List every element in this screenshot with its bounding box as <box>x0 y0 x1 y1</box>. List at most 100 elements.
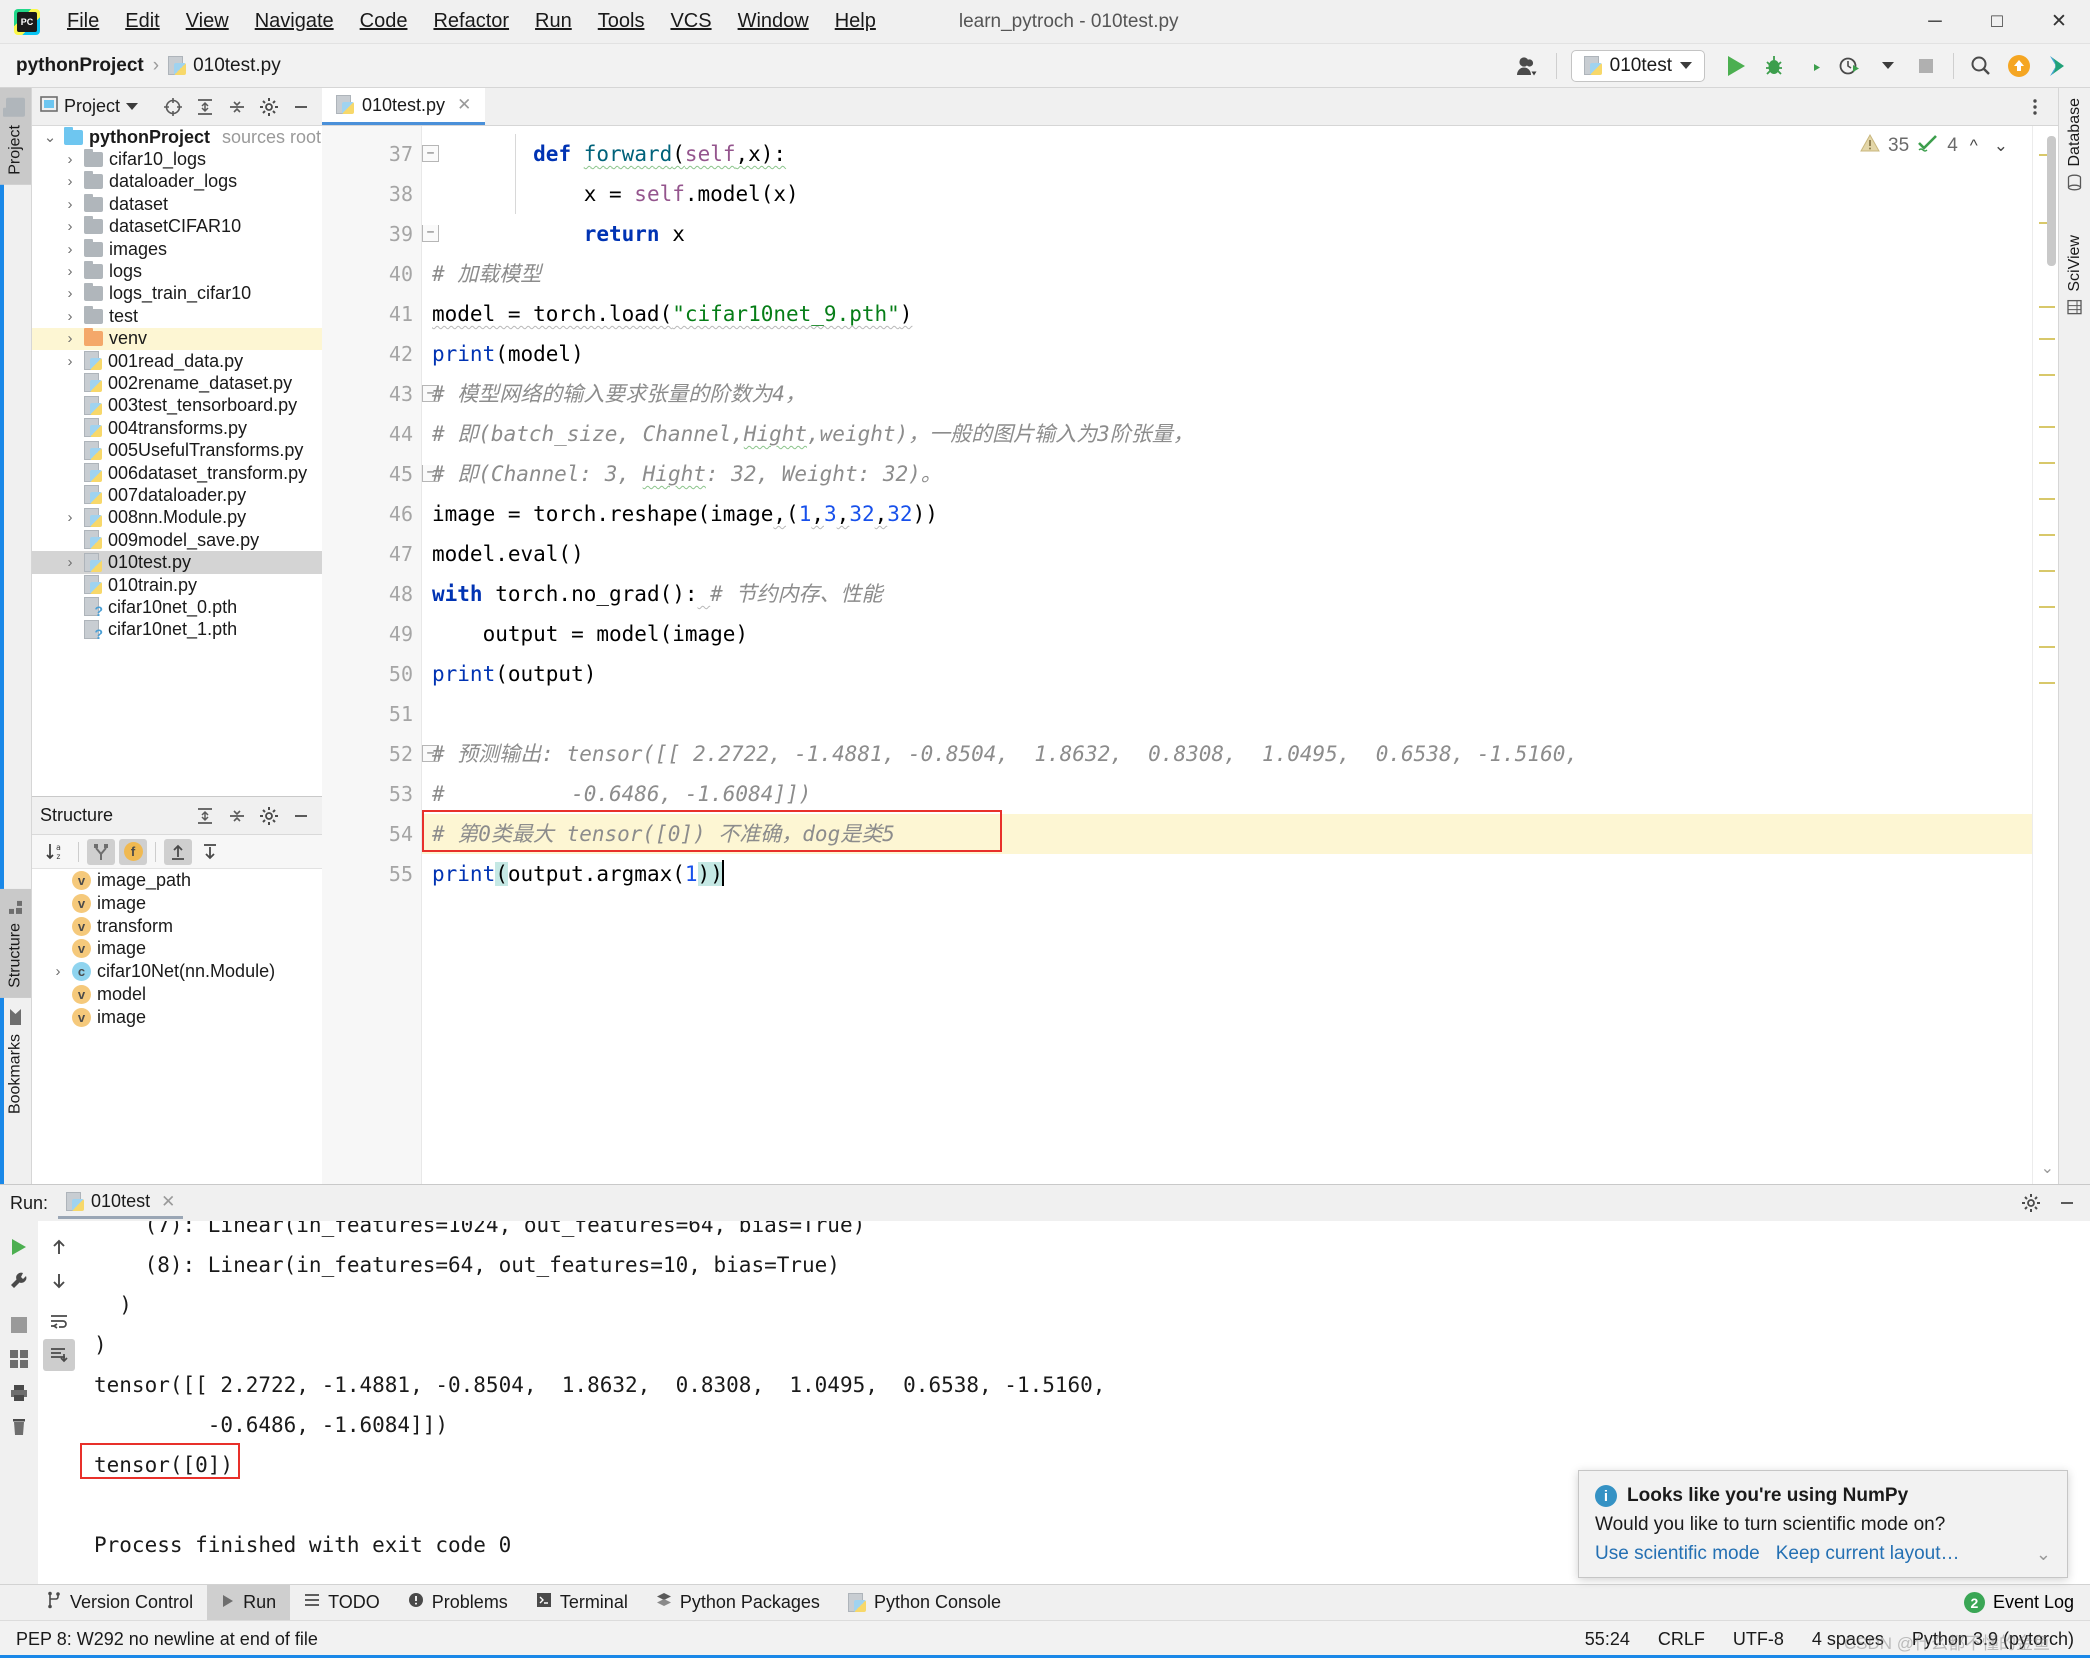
chevron-right-icon[interactable]: › <box>62 218 78 235</box>
line-number-45[interactable]: 45− <box>322 454 439 494</box>
tree-row-004transforms-py[interactable]: 004transforms.py <box>32 417 322 439</box>
scroll-from-source-icon[interactable] <box>164 838 192 865</box>
show-fields-icon[interactable]: f <box>119 838 147 865</box>
editor-scrollbar[interactable] <box>2047 136 2056 266</box>
menu-file[interactable]: File <box>54 6 112 37</box>
python-interpreter[interactable]: Python 3.9 (pytorch) <box>1912 1629 2074 1650</box>
rerun-icon[interactable] <box>3 1231 35 1263</box>
event-log-area[interactable]: 2 Event Log <box>1963 1585 2090 1620</box>
expand-all-icon[interactable] <box>192 803 218 829</box>
line-number-39[interactable]: 39− <box>322 214 439 254</box>
show-inherited-icon[interactable] <box>87 838 115 865</box>
code-area[interactable]: def forward(self,x): x = self.model(x) r… <box>422 126 2032 1184</box>
menu-view[interactable]: View <box>173 6 242 37</box>
sidebar-tab-sciview[interactable]: SciView <box>2060 225 2090 325</box>
tree-row-dataloader-logs[interactable]: › dataloader_logs <box>32 171 322 193</box>
menu-code[interactable]: Code <box>347 6 421 37</box>
search-everywhere-icon[interactable] <box>1962 47 2000 85</box>
numpy-notification[interactable]: i Looks like you're using NumPy Would yo… <box>1578 1470 2068 1578</box>
clear-all-icon[interactable] <box>3 1411 35 1443</box>
code-line-53[interactable]: # -0.6486, -1.6084]]) <box>422 774 2032 814</box>
expand-all-icon[interactable] <box>192 94 218 120</box>
run-tab-010test[interactable]: 010test ✕ <box>58 1187 184 1219</box>
code-line-39[interactable]: return x <box>422 214 2032 254</box>
structure-row-image-path[interactable]: v image_path <box>32 869 322 892</box>
tree-row-venv[interactable]: › venv <box>32 327 322 350</box>
tree-row-images[interactable]: › images <box>32 238 322 260</box>
line-number-37[interactable]: 37− <box>322 134 439 174</box>
hide-panel-icon[interactable] <box>288 803 314 829</box>
code-line-52[interactable]: # 预测输出: tensor([[ 2.2722, -1.4881, -0.85… <box>422 734 2032 774</box>
breadcrumb-project[interactable]: pythonProject <box>16 55 144 77</box>
bottom-tab-todo[interactable]: TODO <box>290 1585 394 1620</box>
structure-row-image[interactable]: v image <box>32 938 322 961</box>
debug-button[interactable] <box>1755 47 1793 85</box>
editor-tab-010test[interactable]: 010test.py ✕ <box>322 88 486 125</box>
code-line-44[interactable]: # 即(batch_size, Channel,Hight,weight)，一般… <box>422 414 2032 454</box>
run-configuration-selector[interactable]: 010test <box>1570 49 1705 82</box>
gear-icon[interactable] <box>256 803 282 829</box>
tree-row-010train-py[interactable]: 010train.py <box>32 574 322 596</box>
structure-row-model[interactable]: v model <box>32 983 322 1006</box>
bottom-tab-problems[interactable]: Problems <box>394 1585 522 1620</box>
menu-help[interactable]: Help <box>822 6 889 37</box>
code-line-54[interactable]: # 第0类最大 tensor([0]) 不准确，dog是类5 <box>422 814 2032 854</box>
tree-row-002rename-dataset-py[interactable]: 002rename_dataset.py <box>32 372 322 394</box>
hide-panel-icon[interactable] <box>2054 1190 2080 1216</box>
line-number-48[interactable]: 48 <box>322 574 421 614</box>
bottom-tab-version-control[interactable]: Version Control <box>32 1585 207 1620</box>
tree-row-dataset[interactable]: › dataset <box>32 193 322 215</box>
error-stripe-markers[interactable]: ⌄ <box>2032 126 2058 1184</box>
run-button[interactable] <box>1717 47 1755 85</box>
tree-row-root[interactable]: ⌄ pythonProject sources root, D:\P <box>32 126 322 148</box>
ide-feature-icon[interactable] <box>2038 47 2076 85</box>
settings-wrench-icon[interactable] <box>3 1265 35 1297</box>
update-project-icon[interactable] <box>2000 47 2038 85</box>
project-panel-dropdown-icon[interactable] <box>126 103 139 110</box>
code-line-45[interactable]: # 即(Channel: 3, Hight: 32, Weight: 32)。 <box>422 454 2032 494</box>
sidebar-tab-database[interactable]: Database <box>2060 88 2090 201</box>
profile-button[interactable] <box>1831 47 1869 85</box>
chevron-right-icon[interactable]: › <box>62 330 78 347</box>
project-scope-icon[interactable] <box>160 94 186 120</box>
code-line-38[interactable]: x = self.model(x) <box>422 174 2032 214</box>
gear-icon[interactable] <box>2018 1190 2044 1216</box>
line-separator[interactable]: CRLF <box>1658 1629 1705 1650</box>
stop-button[interactable] <box>1907 47 1945 85</box>
editor-surface[interactable]: 37−38 39−40 41 42 43−44 45−46 47 48 49 50 51 52−53 5… <box>322 126 2058 1184</box>
hide-panel-icon[interactable] <box>288 94 314 120</box>
tree-row-logs[interactable]: › logs <box>32 260 322 282</box>
menu-run[interactable]: Run <box>522 6 585 37</box>
code-line-46[interactable]: image = torch.reshape(image,(1,3,32,32)) <box>422 494 2032 534</box>
indent-setting[interactable]: 4 spaces <box>1812 1629 1884 1650</box>
line-number-47[interactable]: 47 <box>322 534 421 574</box>
line-number-40[interactable]: 40 <box>322 254 421 294</box>
menu-navigate[interactable]: Navigate <box>242 6 347 37</box>
chevron-right-icon[interactable]: › <box>62 241 78 258</box>
code-line-51[interactable] <box>422 694 2032 734</box>
close-icon[interactable]: ✕ <box>457 95 471 115</box>
sidebar-tab-structure[interactable]: Structure <box>0 889 31 998</box>
code-line-42[interactable]: print(model) <box>422 334 2032 374</box>
run-with-coverage-button[interactable] <box>1793 47 1831 85</box>
tree-row-cifar10net-0-pth[interactable]: cifar10net_0.pth <box>32 596 322 619</box>
keep-current-layout-link[interactable]: Keep current layout… <box>1776 1543 1960 1565</box>
tree-row-010test-py[interactable]: › 010test.py <box>32 551 322 574</box>
line-number-38[interactable]: 38 <box>322 174 421 214</box>
collapse-all-icon[interactable] <box>224 803 250 829</box>
tree-row-cifar10net-1-pth[interactable]: cifar10net_1.pth <box>32 619 322 642</box>
code-line-47[interactable]: model.eval() <box>422 534 2032 574</box>
sidebar-tab-bookmarks[interactable]: Bookmarks <box>0 998 31 1124</box>
chevron-right-icon[interactable]: › <box>62 173 78 190</box>
structure-row-cifar10net-nn-module-[interactable]: › c cifar10Net(nn.Module) <box>32 960 322 983</box>
maximize-button[interactable]: □ <box>1966 0 2028 44</box>
use-scientific-mode-link[interactable]: Use scientific mode <box>1595 1543 1760 1565</box>
close-icon[interactable]: ✕ <box>161 1192 175 1212</box>
bottom-tab-run[interactable]: Run <box>207 1585 291 1620</box>
more-options-icon[interactable] <box>2022 94 2048 120</box>
tree-row-005usefultransforms-py[interactable]: 005UsefulTransforms.py <box>32 439 322 461</box>
profile-dropdown-icon[interactable] <box>1869 47 1907 85</box>
code-line-40[interactable]: # 加载模型 <box>422 254 2032 294</box>
chevron-right-icon[interactable]: › <box>62 554 78 571</box>
tree-row-003test-tensorboard-py[interactable]: 003test_tensorboard.py <box>32 395 322 417</box>
